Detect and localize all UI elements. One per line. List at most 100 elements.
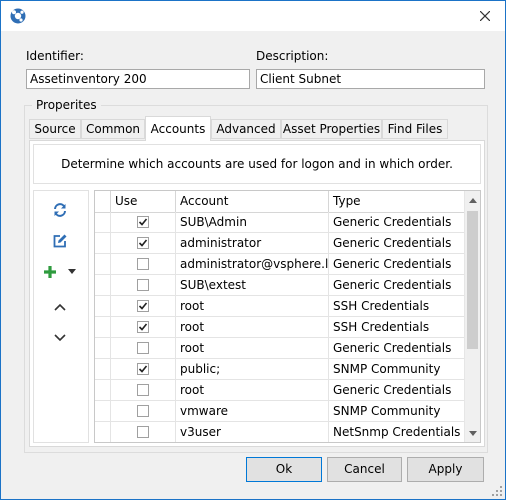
account-cell[interactable]: SUB\Admin [176, 212, 329, 232]
use-cell [111, 212, 176, 232]
tab-common[interactable]: Common [81, 119, 145, 139]
table-row[interactable]: SUB\Admin Generic Credentials [95, 212, 464, 233]
tab-advanced[interactable]: Advanced [211, 119, 281, 139]
use-checkbox[interactable] [137, 216, 149, 228]
account-cell[interactable]: root [176, 380, 329, 400]
use-checkbox[interactable] [137, 342, 149, 354]
tab-source[interactable]: Source [29, 119, 81, 139]
table-row[interactable]: public; SNMP Community [95, 359, 464, 380]
column-header-type[interactable]: Type [329, 191, 464, 212]
close-icon [480, 11, 490, 21]
row-header-corner [95, 191, 111, 212]
checkmark-icon [138, 365, 148, 373]
type-cell[interactable]: Generic Credentials [329, 212, 464, 232]
scroll-down-icon [469, 430, 477, 436]
app-logo-icon [10, 8, 26, 24]
table-row[interactable]: vmware SNMP Community [95, 401, 464, 422]
move-up-button[interactable] [50, 297, 70, 317]
use-checkbox[interactable] [137, 384, 149, 396]
type-cell[interactable]: SNMP Community [329, 359, 464, 379]
apply-button[interactable]: Apply [407, 457, 484, 482]
use-checkbox[interactable] [137, 258, 149, 270]
ok-button[interactable]: Ok [246, 457, 322, 482]
column-header-use[interactable]: Use [111, 191, 176, 212]
add-button[interactable] [40, 262, 60, 282]
table-row[interactable]: v3user NetSnmp Credentials [95, 422, 464, 442]
close-button[interactable] [475, 7, 495, 25]
account-cell[interactable]: administrator@vsphere.local [176, 254, 329, 274]
use-checkbox[interactable] [137, 237, 149, 249]
row-header[interactable] [95, 254, 111, 274]
row-header[interactable] [95, 401, 111, 421]
table-row[interactable]: root SSH Credentials [95, 317, 464, 338]
use-checkbox[interactable] [137, 300, 149, 312]
table-row[interactable]: SUB\extest Generic Credentials [95, 275, 464, 296]
scrollbar-thumb[interactable] [467, 211, 478, 349]
use-cell [111, 380, 176, 400]
row-header[interactable] [95, 296, 111, 316]
type-cell[interactable]: SSH Credentials [329, 296, 464, 316]
row-header[interactable] [95, 338, 111, 358]
tab-find-files[interactable]: Find Files [382, 119, 448, 139]
type-cell[interactable]: SSH Credentials [329, 317, 464, 337]
account-cell[interactable]: root [176, 296, 329, 316]
row-header[interactable] [95, 380, 111, 400]
type-cell[interactable]: SNMP Community [329, 401, 464, 421]
use-cell [111, 275, 176, 295]
table-row[interactable]: root Generic Credentials [95, 380, 464, 401]
use-checkbox[interactable] [137, 426, 149, 438]
scroll-up-arrow[interactable] [468, 195, 478, 205]
row-header[interactable] [95, 359, 111, 379]
description-field[interactable]: Client Subnet [256, 69, 485, 89]
account-cell[interactable]: v3user [176, 422, 329, 442]
description-label: Description: [256, 49, 329, 63]
add-dropdown-button[interactable] [62, 262, 82, 282]
move-down-icon [54, 334, 66, 342]
properties-group-title: Properites [32, 98, 101, 112]
use-checkbox[interactable] [137, 279, 149, 291]
account-cell[interactable]: public; [176, 359, 329, 379]
type-cell[interactable]: Generic Credentials [329, 338, 464, 358]
row-header[interactable] [95, 275, 111, 295]
table-row[interactable]: administrator Generic Credentials [95, 233, 464, 254]
use-cell [111, 296, 176, 316]
use-checkbox[interactable] [137, 321, 149, 333]
cancel-button[interactable]: Cancel [327, 457, 402, 482]
type-cell[interactable]: Generic Credentials [329, 254, 464, 274]
tab-asset-properties[interactable]: Asset Properties [281, 119, 382, 139]
identifier-field[interactable]: Assetinventory 200 [26, 69, 250, 89]
account-cell[interactable]: root [176, 317, 329, 337]
account-cell[interactable]: root [176, 338, 329, 358]
type-cell[interactable]: Generic Credentials [329, 233, 464, 253]
accounts-grid: Use Account Type SUB\Admin Generic Creden… [94, 190, 481, 443]
use-cell [111, 233, 176, 253]
properties-dialog: Identifier: Assetinventory 200 Descripti… [0, 0, 506, 500]
edit-icon [53, 234, 67, 248]
type-cell[interactable]: Generic Credentials [329, 275, 464, 295]
account-cell[interactable]: SUB\extest [176, 275, 329, 295]
checkmark-icon [138, 302, 148, 310]
move-up-icon [54, 303, 66, 311]
table-row[interactable]: root SSH Credentials [95, 296, 464, 317]
row-header[interactable] [95, 233, 111, 253]
scroll-down-arrow[interactable] [468, 428, 478, 438]
account-cell[interactable]: vmware [176, 401, 329, 421]
column-header-account[interactable]: Account [176, 191, 329, 212]
edit-button[interactable] [50, 231, 70, 251]
table-row[interactable]: root Generic Credentials [95, 338, 464, 359]
type-cell[interactable]: NetSnmp Credentials [329, 422, 464, 442]
tab-accounts[interactable]: Accounts [145, 116, 211, 141]
type-cell[interactable]: Generic Credentials [329, 380, 464, 400]
refresh-button[interactable] [50, 200, 70, 220]
use-checkbox[interactable] [137, 405, 149, 417]
grid-scrollbar[interactable] [464, 191, 480, 442]
use-checkbox[interactable] [137, 363, 149, 375]
row-header[interactable] [95, 317, 111, 337]
use-cell [111, 401, 176, 421]
row-header[interactable] [95, 422, 111, 442]
resize-grip-icon[interactable] [492, 486, 502, 496]
move-down-button[interactable] [50, 328, 70, 348]
row-header[interactable] [95, 212, 111, 232]
table-row[interactable]: administrator@vsphere.localGeneric Crede… [95, 254, 464, 275]
account-cell[interactable]: administrator [176, 233, 329, 253]
